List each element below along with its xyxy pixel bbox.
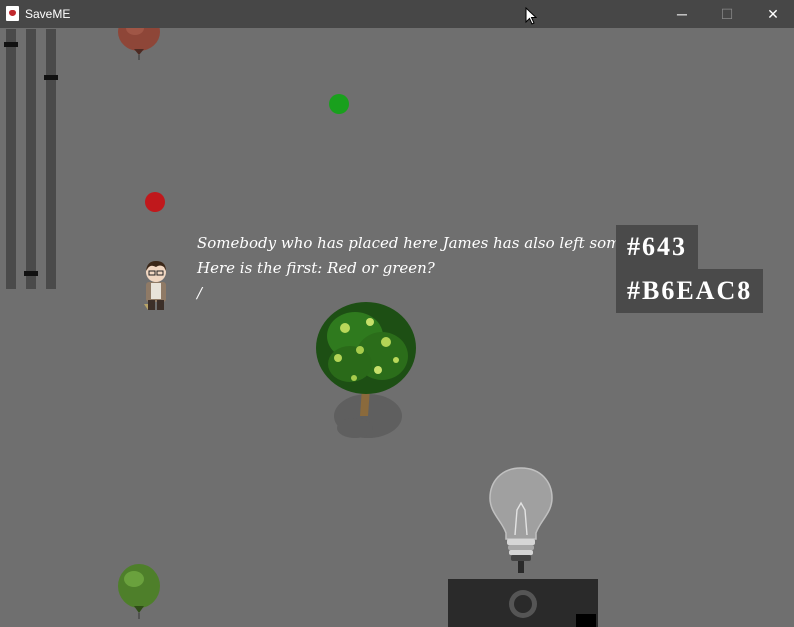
balloon-green-icon[interactable] bbox=[114, 562, 164, 622]
cursor-icon bbox=[525, 7, 537, 25]
slider-2-knob[interactable] bbox=[24, 271, 38, 276]
red-dot[interactable] bbox=[145, 192, 165, 212]
minimize-button[interactable]: ─ bbox=[659, 0, 705, 28]
lamp-base[interactable] bbox=[448, 579, 598, 627]
switch-knob[interactable] bbox=[507, 588, 539, 620]
slider-2[interactable] bbox=[24, 29, 38, 289]
green-dot[interactable] bbox=[329, 94, 349, 114]
slider-1[interactable] bbox=[4, 29, 18, 289]
window-title: SaveME bbox=[25, 7, 71, 21]
code-box-1: #643 bbox=[616, 225, 698, 269]
slider-3-knob[interactable] bbox=[44, 75, 58, 80]
game-area[interactable]: Somebody who has placed here James has a… bbox=[0, 28, 794, 627]
balloon-red-icon[interactable] bbox=[114, 28, 164, 63]
maximize-button[interactable]: ☐ bbox=[704, 0, 750, 28]
title-bar: SaveME ─ ☐ ✕ bbox=[0, 0, 794, 28]
lightbulb-icon[interactable] bbox=[486, 465, 556, 580]
text-cursor: / bbox=[197, 284, 203, 302]
dialogue-line-2: Here is the first: Red or green? bbox=[197, 259, 435, 277]
app-icon bbox=[6, 6, 19, 21]
black-square bbox=[576, 614, 596, 627]
character-icon[interactable] bbox=[138, 260, 174, 312]
tree-icon[interactable] bbox=[310, 298, 425, 443]
close-button[interactable]: ✕ bbox=[750, 0, 794, 28]
slider-3[interactable] bbox=[44, 29, 58, 289]
dialogue-line-1: Somebody who has placed here James has a… bbox=[197, 234, 667, 252]
dialogue-box: Somebody who has placed here James has a… bbox=[197, 231, 667, 306]
code-box-2: #B6EAC8 bbox=[616, 269, 764, 313]
slider-1-knob[interactable] bbox=[4, 42, 18, 47]
